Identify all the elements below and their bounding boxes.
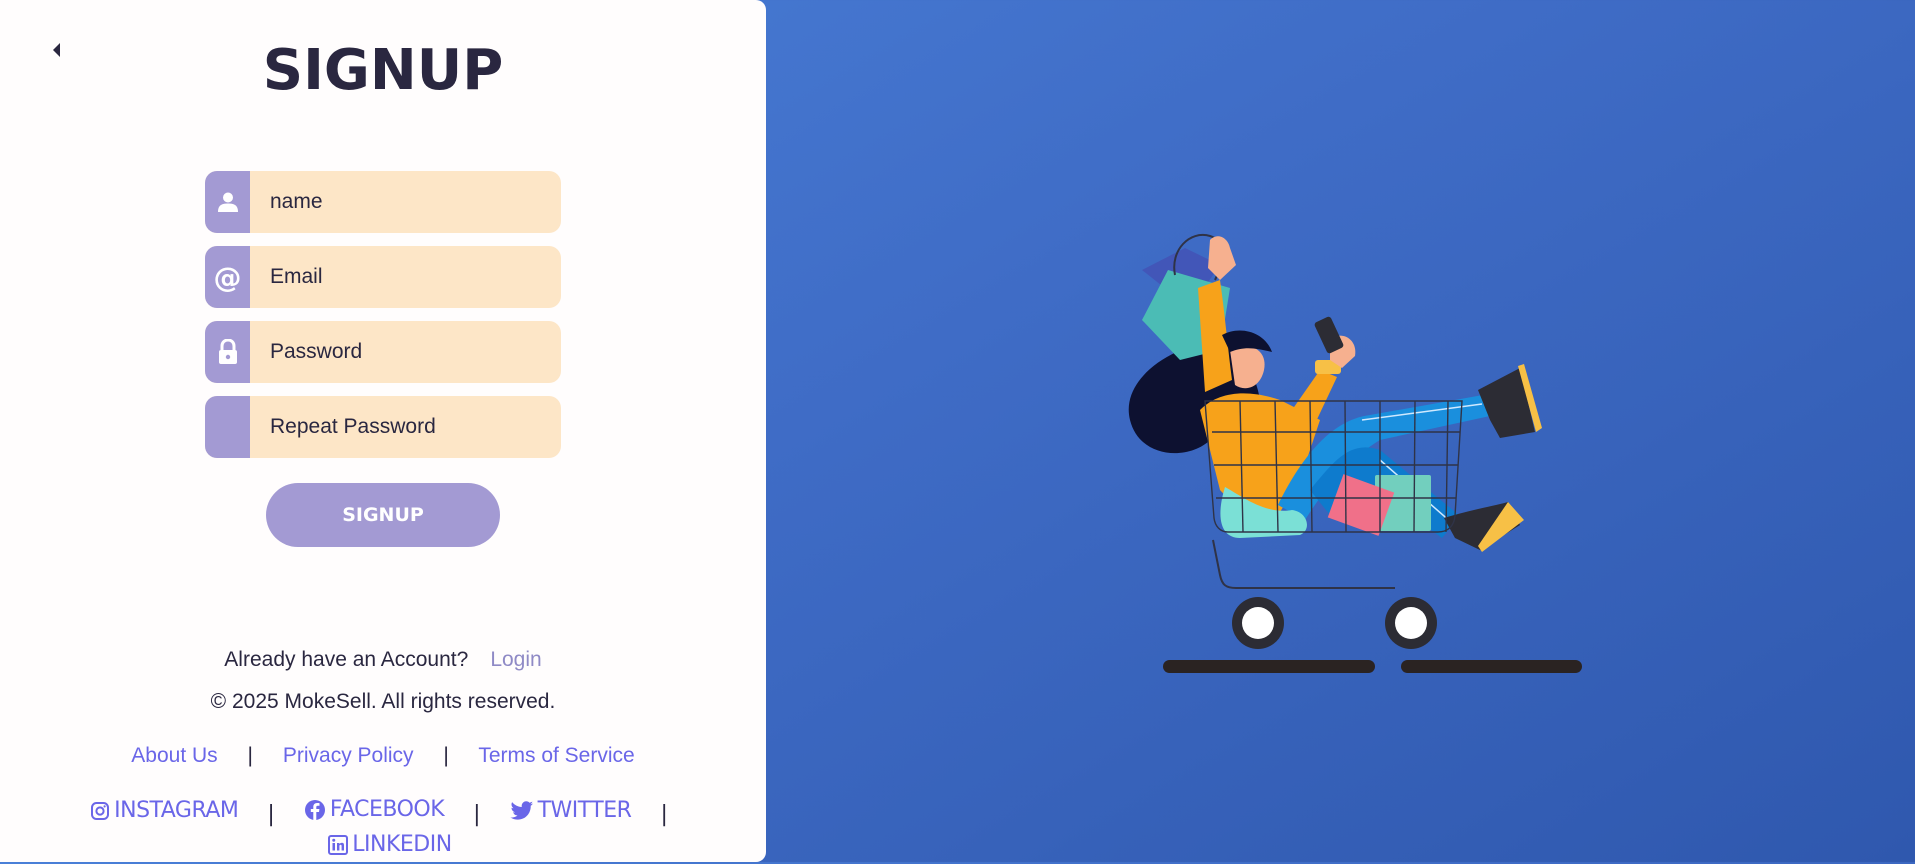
linkedin-label: LINKEDIN: [352, 832, 452, 857]
facebook-label: FACEBOOK: [329, 797, 445, 822]
name-input[interactable]: [250, 171, 561, 233]
separator: |: [443, 744, 449, 767]
terms-of-service-link[interactable]: Terms of Service: [478, 744, 634, 767]
repeat-password-icon-block: [205, 396, 250, 458]
copyright: © 2025 MokeSell. All rights reserved.: [210, 690, 556, 713]
linkedin-icon: [328, 835, 349, 855]
twitter-label: TWITTER: [537, 798, 632, 823]
phone: [1314, 316, 1344, 354]
name-field[interactable]: [205, 171, 561, 233]
repeat-password-field[interactable]: [205, 396, 561, 458]
facebook-icon: [304, 800, 325, 820]
about-us-link[interactable]: About Us: [131, 744, 217, 767]
at-glyph: @: [213, 260, 242, 294]
floor-shadow-right: [1401, 660, 1582, 673]
user-icon: [205, 171, 250, 233]
login-prompt: Already have an Account? Login: [0, 648, 766, 672]
face: [1230, 346, 1265, 389]
lock-icon: [205, 321, 250, 383]
login-prompt-text: Already have an Account?: [224, 648, 469, 671]
social-links: INSTAGRAM | FACEBOOK | TWITTER | LINKEDI…: [60, 795, 720, 864]
instagram-label: INSTAGRAM: [114, 798, 239, 823]
shopping-cart-illustration: [1128, 233, 1582, 673]
password-input[interactable]: [250, 321, 561, 383]
password-field[interactable]: [205, 321, 561, 383]
page-title: SIGNUP: [262, 38, 504, 103]
facebook-link[interactable]: FACEBOOK: [304, 795, 445, 825]
separator: |: [660, 802, 668, 827]
twitter-link[interactable]: TWITTER: [509, 796, 632, 826]
linkedin-link[interactable]: LINKEDIN: [328, 830, 452, 860]
twitter-icon: [509, 801, 533, 820]
login-link[interactable]: Login: [490, 648, 541, 671]
email-field[interactable]: @: [205, 246, 561, 308]
signup-panel: SIGNUP @ SIGNUP Already hav: [0, 0, 766, 862]
email-input[interactable]: [250, 246, 561, 308]
separator: |: [473, 802, 481, 827]
floor-shadow-left: [1163, 660, 1375, 673]
footer-links: About Us | Privacy Policy | Terms of Ser…: [0, 744, 766, 768]
separator: |: [267, 802, 275, 827]
signup-button[interactable]: SIGNUP: [266, 483, 500, 547]
instagram-icon: [91, 802, 110, 820]
repeat-password-input[interactable]: [250, 396, 561, 458]
privacy-policy-link[interactable]: Privacy Policy: [283, 744, 414, 767]
separator: |: [247, 744, 253, 767]
at-icon: @: [205, 246, 250, 308]
instagram-link[interactable]: INSTAGRAM: [90, 796, 239, 826]
